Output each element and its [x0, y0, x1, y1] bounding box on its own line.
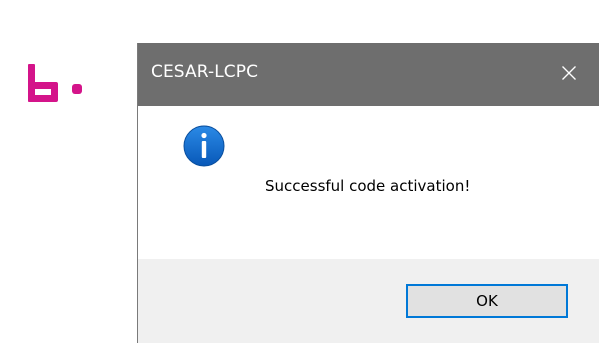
ok-button[interactable]: OK	[406, 284, 568, 318]
step-dot	[72, 84, 82, 94]
close-button[interactable]	[549, 51, 589, 95]
info-icon	[183, 125, 225, 167]
step-letter-b	[28, 64, 58, 102]
ok-button-label: OK	[476, 292, 498, 310]
dialog-message: Successful code activation!	[265, 177, 471, 195]
dialog-titlebar[interactable]: CESAR-LCPC	[138, 43, 599, 106]
dialog-title: CESAR-LCPC	[151, 62, 259, 82]
step-marker	[28, 64, 82, 102]
message-dialog: CESAR-LCPC Successful code activation! O…	[137, 43, 599, 343]
screenshot-stage: CESAR-LCPC Successful code activation! O…	[0, 0, 599, 343]
close-icon	[562, 66, 576, 80]
